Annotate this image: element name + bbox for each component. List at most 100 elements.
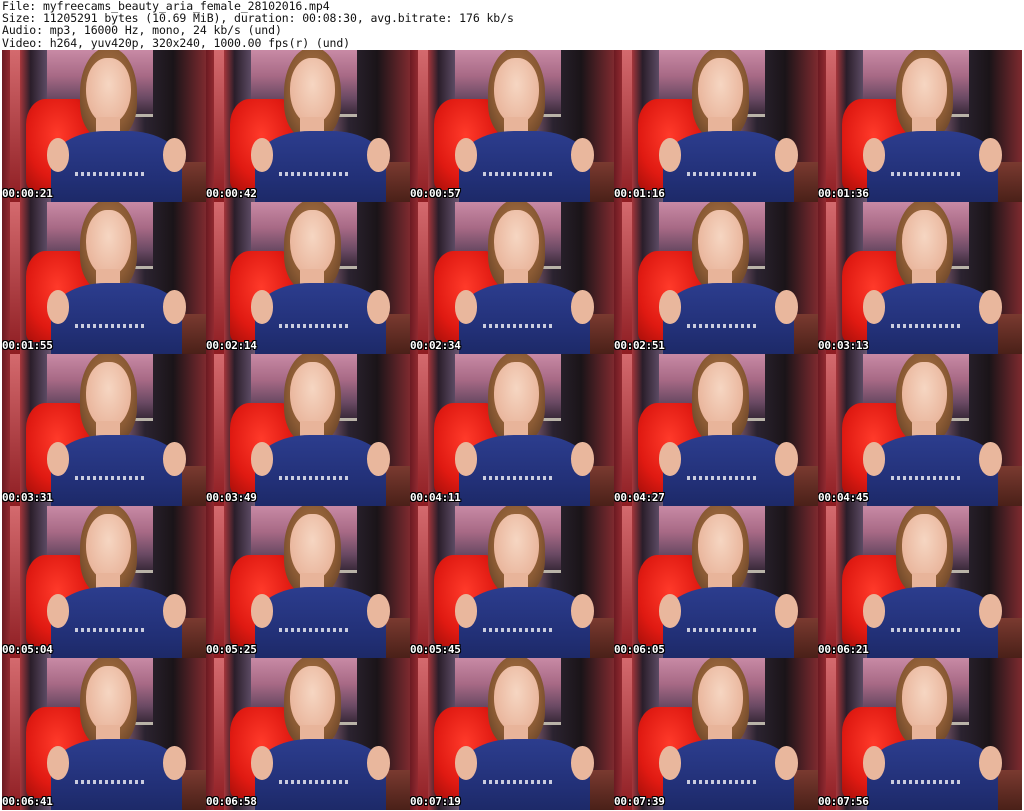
shoulder-left	[658, 442, 682, 476]
shirt-print	[483, 475, 553, 480]
frame-timestamp: 00:06:05	[614, 643, 665, 656]
face	[289, 57, 335, 125]
shirt-print	[279, 475, 349, 480]
video-frame-thumbnail: 00:01:16	[614, 50, 818, 202]
shoulder-right	[163, 594, 186, 628]
frame-timestamp: 00:06:21	[818, 643, 869, 656]
decor-stripe	[826, 658, 837, 810]
face	[697, 665, 743, 733]
video-frame-thumbnail: 00:04:11	[410, 354, 614, 506]
shirt-print	[483, 779, 553, 784]
shirt-print	[891, 475, 961, 480]
face	[493, 361, 539, 429]
face	[697, 513, 743, 581]
video-frame-thumbnail: 00:01:36	[818, 50, 1022, 202]
video-frame-thumbnail: 00:04:45	[818, 354, 1022, 506]
shoulder-right	[163, 290, 186, 324]
shirt-print	[279, 779, 349, 784]
shirt-print	[75, 171, 145, 176]
face	[493, 209, 539, 277]
shoulder-left	[46, 442, 70, 476]
shoulder-right	[367, 290, 390, 324]
video-frame-thumbnail: 00:06:41	[2, 658, 206, 810]
face	[697, 361, 743, 429]
blue-top	[254, 738, 386, 810]
shoulder-left	[46, 746, 70, 780]
shirt-print	[75, 779, 145, 784]
shoulder-right	[979, 594, 1002, 628]
decor-stripe	[826, 50, 837, 202]
frame-timestamp: 00:05:04	[2, 643, 53, 656]
shirt-print	[279, 171, 349, 176]
face	[289, 361, 335, 429]
frame-timestamp: 00:04:27	[614, 491, 665, 504]
shirt-print	[891, 171, 961, 176]
decor-stripe	[622, 506, 633, 658]
shoulder-right	[571, 594, 594, 628]
video-frame-thumbnail: 00:07:39	[614, 658, 818, 810]
frame-timestamp: 00:01:16	[614, 187, 665, 200]
decor-stripe	[10, 50, 21, 202]
shoulder-right	[775, 138, 798, 172]
shoulder-right	[979, 442, 1002, 476]
shoulder-right	[775, 594, 798, 628]
frame-timestamp: 00:07:56	[818, 795, 869, 808]
face	[85, 665, 131, 733]
shoulder-left	[862, 442, 886, 476]
frame-timestamp: 00:00:57	[410, 187, 461, 200]
frame-timestamp: 00:05:25	[206, 643, 257, 656]
decor-stripe	[418, 50, 429, 202]
decor-stripe	[214, 50, 225, 202]
decor-stripe	[826, 202, 837, 354]
decor-stripe	[10, 354, 21, 506]
video-frame-thumbnail: 00:07:19	[410, 658, 614, 810]
face	[697, 209, 743, 277]
shoulder-left	[454, 290, 478, 324]
blue-top	[254, 586, 386, 658]
shoulder-right	[163, 442, 186, 476]
frame-timestamp: 00:02:14	[206, 339, 257, 352]
shoulder-right	[979, 746, 1002, 780]
frame-timestamp: 00:03:31	[2, 491, 53, 504]
shirt-print	[891, 323, 961, 328]
face	[901, 361, 947, 429]
video-frame-thumbnail: 00:00:21	[2, 50, 206, 202]
video-frame-thumbnail: 00:05:25	[206, 506, 410, 658]
blue-top	[662, 130, 794, 202]
decor-stripe	[418, 354, 429, 506]
frame-timestamp: 00:00:42	[206, 187, 257, 200]
frame-timestamp: 00:06:58	[206, 795, 257, 808]
blue-top	[50, 586, 182, 658]
blue-top	[458, 282, 590, 354]
video-frame-thumbnail: 00:07:56	[818, 658, 1022, 810]
blue-top	[50, 130, 182, 202]
frame-timestamp: 00:03:49	[206, 491, 257, 504]
shoulder-right	[571, 442, 594, 476]
shoulder-right	[775, 290, 798, 324]
face	[289, 513, 335, 581]
shoulder-right	[163, 746, 186, 780]
shirt-print	[891, 779, 961, 784]
shoulder-left	[862, 594, 886, 628]
video-line: Video: h264, yuv420p, 320x240, 1000.00 f…	[2, 35, 351, 50]
face	[901, 57, 947, 125]
shoulder-left	[46, 594, 70, 628]
blue-top	[50, 738, 182, 810]
face	[901, 209, 947, 277]
blue-top	[866, 130, 998, 202]
video-frame-thumbnail: 00:03:49	[206, 354, 410, 506]
video-frame-thumbnail: 00:03:31	[2, 354, 206, 506]
shirt-print	[279, 323, 349, 328]
blue-top	[254, 282, 386, 354]
shirt-print	[75, 627, 145, 632]
video-frame-thumbnail: 00:01:55	[2, 202, 206, 354]
blue-top	[458, 586, 590, 658]
face	[85, 57, 131, 125]
blue-top	[458, 130, 590, 202]
shoulder-left	[250, 442, 274, 476]
blue-top	[866, 586, 998, 658]
face	[289, 665, 335, 733]
shoulder-left	[250, 594, 274, 628]
shirt-print	[483, 323, 553, 328]
shoulder-left	[46, 290, 70, 324]
